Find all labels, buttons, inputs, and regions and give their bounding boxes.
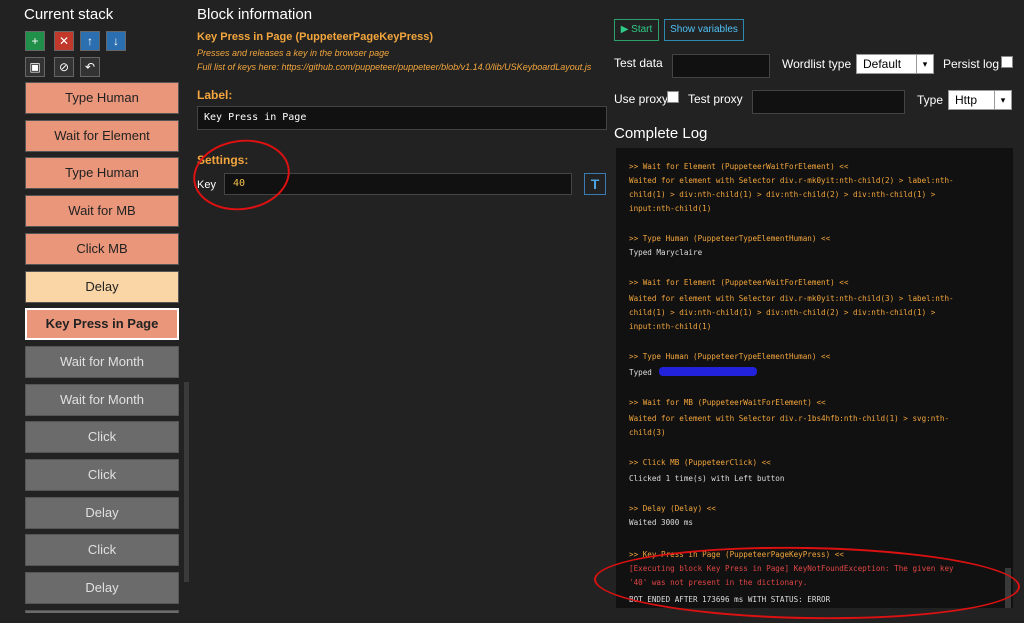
proxy-type-value: Http xyxy=(955,93,978,107)
proxy-type-select[interactable]: Http ▾ xyxy=(948,90,1012,110)
log-line: Clicked 1 time(s) with Left button xyxy=(629,474,785,483)
log-line: input:nth-child(1) xyxy=(629,322,712,331)
log-line: Waited 3000 ms xyxy=(629,518,694,527)
stack-block-item[interactable]: Click MB xyxy=(25,232,179,265)
stack-block-label: Wait for Month xyxy=(59,391,145,407)
log-line: >> Type Human (PuppeteerTypeElementHuman… xyxy=(629,352,831,361)
stack-block-label: Key Press in Page xyxy=(45,316,159,332)
log-line: Waited for element with Selector div.r-m… xyxy=(629,176,954,185)
block-keys-link[interactable]: Full list of keys here: https://github.c… xyxy=(197,62,591,72)
stack-block-item[interactable]: Delay xyxy=(25,270,179,303)
log-line: >> Type Human (PuppeteerTypeElementHuman… xyxy=(629,234,831,243)
log-line: Waited for element with Selector div.r-1… xyxy=(629,414,950,423)
arrow-up-icon[interactable]: ↑ xyxy=(80,31,100,51)
log-line: child(3) xyxy=(629,428,666,437)
log-line: >> Wait for Element (PuppeteerWaitForEle… xyxy=(629,278,849,287)
log-line: >> Delay (Delay) << xyxy=(629,504,716,513)
stack-scrollbar[interactable] xyxy=(184,382,189,582)
stack-block-label: Click xyxy=(87,429,117,445)
stack-title: Current stack xyxy=(24,6,114,23)
stack-block-label: Delay xyxy=(85,278,119,294)
disable-icon[interactable]: ⊘ xyxy=(54,57,74,77)
stack-block-item[interactable]: Delay xyxy=(25,572,179,605)
annotation-circle-settings xyxy=(188,133,295,217)
plus-icon[interactable]: + xyxy=(25,31,45,51)
stack-list: Type Human Wait for Element Type Human Wait… xyxy=(24,82,186,613)
complete-log[interactable]: >> Wait for Element (PuppeteerWaitForEle… xyxy=(616,148,1013,608)
stack-block-item[interactable]: Click xyxy=(25,534,179,567)
log-line: >> Wait for Element (PuppeteerWaitForEle… xyxy=(629,162,849,171)
block-info-heading: Block information xyxy=(197,6,313,23)
stack-block-label: Wait for Month xyxy=(59,353,145,369)
interpolation-toggle-icon[interactable]: T xyxy=(584,173,606,195)
test-proxy-label: Test proxy xyxy=(688,92,743,106)
stack-block-label: Type Human xyxy=(65,165,139,181)
show-variables-button[interactable]: Show variables xyxy=(664,19,744,41)
stack-block-item[interactable]: Type Human xyxy=(25,157,179,190)
block-description: Presses and releases a key in the browse… xyxy=(197,48,390,58)
chevron-down-icon: ▾ xyxy=(994,91,1011,109)
stack-block-label: Click xyxy=(87,542,117,558)
undo-icon[interactable]: ↶ xyxy=(80,57,100,77)
log-line: child(1) > div:nth-child(1) > div:nth-ch… xyxy=(629,308,936,317)
log-line: input:nth-child(1) xyxy=(629,204,712,213)
stack-block-item[interactable]: Type Human xyxy=(25,82,179,114)
wordlist-type-select[interactable]: Default ▾ xyxy=(856,54,934,74)
wordlist-type-value: Default xyxy=(863,57,902,71)
chevron-down-icon: ▾ xyxy=(916,55,933,73)
stack-block-item[interactable]: Delay xyxy=(25,496,179,529)
start-button[interactable]: ▶ Start xyxy=(614,19,659,41)
log-line: child(1) > div:nth-child(1) > div:nth-ch… xyxy=(629,190,936,199)
persist-log-checkbox[interactable] xyxy=(1001,56,1013,68)
persist-log-label: Persist log xyxy=(943,57,1000,71)
log-line: >> Wait for MB (PuppeteerWaitForElement)… xyxy=(629,398,826,407)
log-line: Typed Maryclaire xyxy=(629,248,703,257)
test-data-input[interactable] xyxy=(672,54,770,78)
stack-block-item[interactable]: Wait for MB xyxy=(25,195,179,228)
stack-block-label: Type Human xyxy=(65,90,139,105)
stack-block-label: Wait for MB xyxy=(68,203,136,219)
arrow-down-icon[interactable]: ↓ xyxy=(106,31,126,51)
use-proxy-label: Use proxy xyxy=(614,92,669,106)
label-input[interactable]: Key Press in Page xyxy=(197,106,607,130)
log-line: Waited for element with Selector div.r-m… xyxy=(629,294,954,303)
stack-block-label: Click xyxy=(87,467,117,482)
use-proxy-checkbox[interactable] xyxy=(667,91,679,103)
complete-log-heading: Complete Log xyxy=(614,125,708,142)
stack-block-item[interactable]: Wait for Element xyxy=(25,119,179,152)
stack-block-label: Click MB xyxy=(76,240,128,256)
proxy-type-label: Type xyxy=(917,93,944,107)
stack-block-item[interactable]: Click xyxy=(25,421,179,454)
block-name: Key Press in Page (PuppeteerPageKeyPress… xyxy=(197,31,434,43)
log-line: Typed xyxy=(629,368,657,377)
stack-block-item[interactable]: Wait for Month xyxy=(25,345,179,378)
stack-block-item[interactable] xyxy=(25,609,179,613)
stack-block-item[interactable]: Click xyxy=(25,459,179,491)
test-proxy-input[interactable] xyxy=(752,90,905,114)
stack-block-label: Delay xyxy=(85,580,119,596)
log-line: >> Click MB (PuppeteerClick) << xyxy=(629,458,771,467)
test-data-label: Test data xyxy=(614,56,663,70)
remove-icon[interactable]: ✕ xyxy=(54,31,74,51)
stack-block-item[interactable]: Key Press in Page xyxy=(25,308,179,341)
stack-block-label: Delay xyxy=(85,504,119,520)
wordlist-type-label: Wordlist type xyxy=(782,57,852,71)
clone-icon[interactable]: ▣ xyxy=(25,57,45,77)
label-heading: Label: xyxy=(197,88,233,102)
stack-block-label: Wait for Element xyxy=(54,127,150,143)
stack-block-item[interactable]: Wait for Month xyxy=(25,383,179,416)
